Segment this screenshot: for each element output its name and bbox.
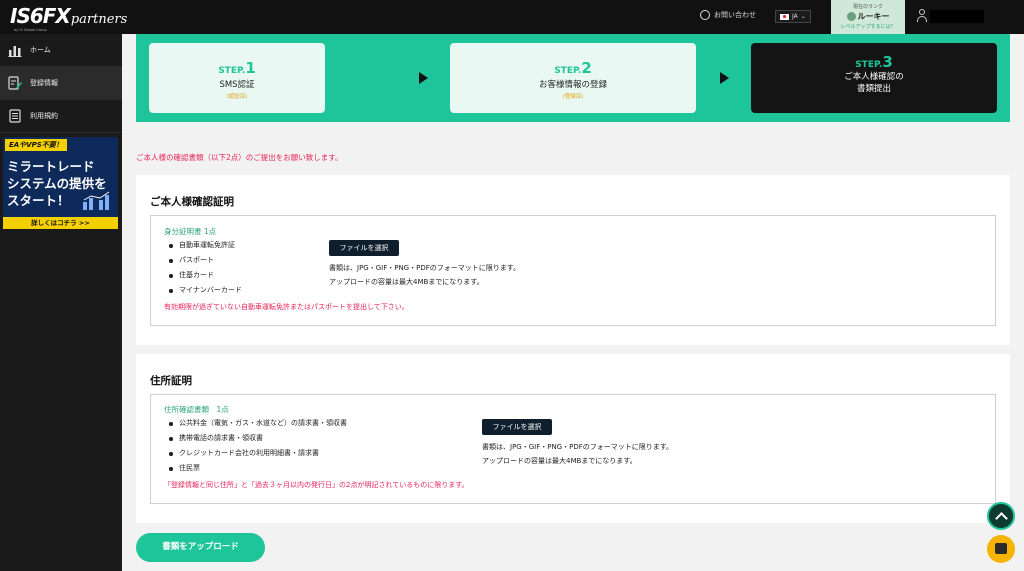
steps-progress: STEP.1 SMS認証 (認証済) STEP.2 お客様情報の登録 (登録済)… <box>136 34 1010 122</box>
identity-proof-card: ご本人様確認証明 身分証明書 1点 自動車運転免許証 パスポート 住基カード マ… <box>136 175 1010 345</box>
level-up-link[interactable]: レベルアップするには？ <box>831 23 905 30</box>
step-name-line-1: ご本人様確認の <box>844 72 904 82</box>
list-item: マイナンバーカード <box>169 283 242 298</box>
step-3-current: STEP.3 ご本人様確認の 書類提出 <box>751 43 997 113</box>
list-item: 公共料金（電気・ガス・水道など）の請求書・領収書 <box>169 416 347 431</box>
user-name-redacted[interactable] <box>930 10 984 23</box>
contact-link[interactable]: お問い合わせ <box>700 10 756 20</box>
support-icon <box>700 10 710 20</box>
chat-support-button[interactable] <box>987 535 1015 563</box>
list-item: 携帯電話の請求書・領収書 <box>169 431 347 446</box>
sidebar: ホーム 登録情報 利用規約 EAやVPS不要！ ミラートレード システムの提供を… <box>0 34 122 571</box>
top-header: IS6FXpartners by IS Global Group お問い合わせ … <box>0 0 1024 34</box>
step-status: (認証済) <box>226 94 248 100</box>
logo-main-text: IS6FX <box>10 4 71 28</box>
address-heading: 住所証明 <box>150 375 192 387</box>
language-select[interactable]: JA ⌄ <box>775 10 811 23</box>
step-arrow-icon <box>720 72 729 84</box>
sidebar-item-label: 登録情報 <box>30 79 58 87</box>
sidebar-item-home[interactable]: ホーム <box>0 34 122 67</box>
banner-line-3: スタート！ <box>7 193 70 208</box>
step-number: STEP.1 <box>218 59 256 77</box>
list-item: パスポート <box>169 253 242 268</box>
identity-file-select-button[interactable]: ファイルを選択 <box>329 240 399 256</box>
logo-sub-text: by IS Global Group <box>14 28 47 32</box>
brand-logo[interactable]: IS6FXpartners by IS Global Group <box>10 4 128 32</box>
step-arrow-icon <box>419 72 428 84</box>
sidebar-item-label: ホーム <box>30 46 51 54</box>
step-number: STEP.3 <box>855 53 893 71</box>
user-icon[interactable] <box>916 8 928 24</box>
banner-chart-icon <box>83 191 110 210</box>
step-2: STEP.2 お客様情報の登録 (登録済) <box>450 43 696 113</box>
step-name-line-2: 書類提出 <box>856 84 891 94</box>
rank-value-text: ルーキー <box>857 12 890 21</box>
rank-panel: 現在のランク ルーキー レベルアップするには？ <box>831 0 905 34</box>
address-file-select-button[interactable]: ファイルを選択 <box>482 419 552 435</box>
scroll-to-top-button[interactable] <box>987 502 1015 530</box>
step-number: STEP.2 <box>554 59 592 77</box>
step-status: (登録済) <box>562 94 584 100</box>
banner-tag: EAやVPS不要！ <box>5 139 67 151</box>
edit-profile-icon <box>8 76 22 90</box>
address-size-note: アップロードの容量は最大4MBまでになります。 <box>482 457 637 465</box>
address-warning: 「登録情報と同じ住所」と「過去３ヶ月以内の発行日」の2点が明記されているものに限… <box>164 481 469 489</box>
rank-label: 現在のランク <box>852 4 883 10</box>
address-format-note: 書類は、JPG・GIF・PNG・PDFのフォーマットに限ります。 <box>482 443 674 451</box>
language-label: JA <box>792 13 798 20</box>
chevron-down-icon: ⌄ <box>800 13 806 20</box>
address-proof-card: 住所証明 住所確認書類 1点 公共料金（電気・ガス・水道など）の請求書・領収書 … <box>136 354 1010 523</box>
sidebar-item-terms[interactable]: 利用規約 <box>0 100 122 133</box>
sidebar-item-label: 利用規約 <box>30 112 58 120</box>
list-item: 住民票 <box>169 461 347 476</box>
step-name: お客様情報の登録 <box>538 80 607 90</box>
upload-documents-button[interactable]: 書類をアップロード <box>136 533 265 562</box>
bar-chart-icon <box>8 43 22 57</box>
identity-upload-box: 身分証明書 1点 自動車運転免許証 パスポート 住基カード マイナンバーカード … <box>150 215 996 326</box>
identity-doc-list: 自動車運転免許証 パスポート 住基カード マイナンバーカード <box>169 238 242 298</box>
list-item: クレジットカード会社の利用明細書・請求書 <box>169 446 347 461</box>
list-item: 住基カード <box>169 268 242 283</box>
identity-size-note: アップロードの容量は最大4MBまでになります。 <box>329 278 484 286</box>
rank-medal-icon <box>846 12 856 21</box>
document-icon <box>8 109 22 123</box>
address-doc-title: 住所確認書類 1点 <box>164 405 229 414</box>
contact-label: お問い合わせ <box>714 11 756 19</box>
logo-script-text: partners <box>70 12 128 27</box>
japan-flag-icon <box>780 13 789 20</box>
identity-heading: ご本人様確認証明 <box>150 196 234 208</box>
address-doc-list: 公共料金（電気・ガス・水道など）の請求書・領収書 携帯電話の請求書・領収書 クレ… <box>169 416 347 476</box>
step-1: STEP.1 SMS認証 (認証済) <box>149 43 325 113</box>
step-name: SMS認証 <box>219 80 255 90</box>
list-item: 自動車運転免許証 <box>169 238 242 253</box>
rank-value: ルーキー <box>831 11 905 22</box>
identity-doc-title: 身分証明書 1点 <box>164 227 217 236</box>
submission-notice: ご本人様の確認書類（以下2点）のご提出をお願い致します。 <box>136 153 343 162</box>
identity-format-note: 書類は、JPG・GIF・PNG・PDFのフォーマットに限ります。 <box>329 264 521 272</box>
banner-more-link[interactable]: 詳しくはコチラ >> <box>3 217 118 229</box>
identity-warning: 有効期限が過ぎていない自動車運転免許またはパスポートを提出して下さい。 <box>164 303 409 311</box>
address-upload-box: 住所確認書類 1点 公共料金（電気・ガス・水道など）の請求書・領収書 携帯電話の… <box>150 394 996 504</box>
sidebar-item-registration[interactable]: 登録情報 <box>0 67 122 100</box>
mirror-trade-banner[interactable]: EAやVPS不要！ ミラートレード システムの提供を スタート！ 詳しくはコチラ… <box>3 137 118 229</box>
